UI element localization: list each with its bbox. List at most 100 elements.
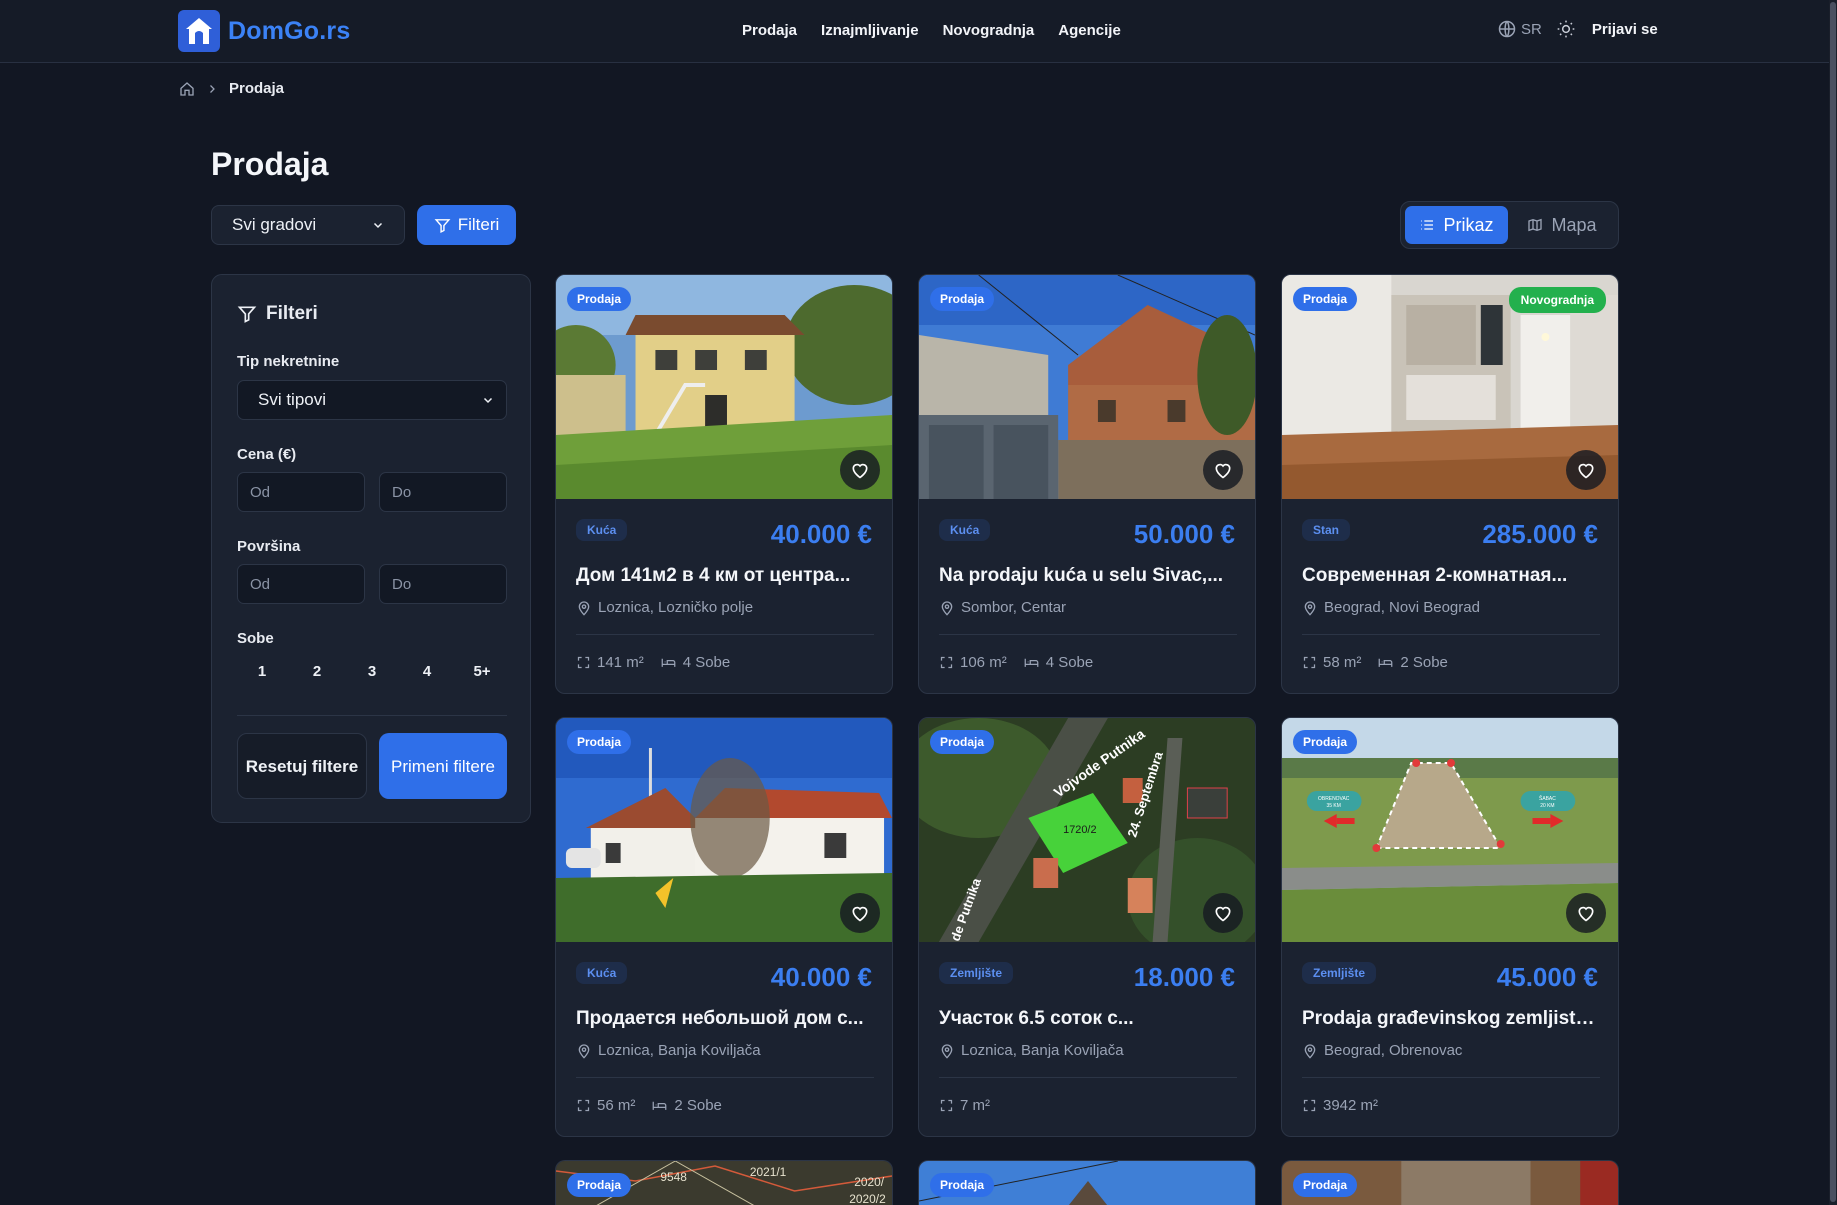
filters-toggle-button[interactable]: Filteri — [417, 205, 516, 245]
rooms-value: 2 Sobe — [1400, 654, 1448, 671]
filter-sidebar-heading: Filteri — [237, 303, 318, 325]
price-to-input[interactable]: Do — [379, 472, 507, 512]
area-value: 7 m² — [960, 1097, 990, 1114]
listing-location: Beograd, Novi Beograd — [1302, 599, 1480, 616]
room-option-5-plus[interactable]: 5+ — [467, 663, 497, 680]
room-option-1[interactable]: 1 — [247, 663, 277, 680]
bed-icon — [1378, 658, 1393, 667]
language-label: SR — [1521, 20, 1542, 38]
city-select[interactable]: Svi gradovi — [211, 205, 405, 245]
map-pin-icon — [941, 600, 953, 616]
property-type-label: Tip nekretnine — [237, 353, 340, 370]
listing-price: 18.000 € — [1133, 962, 1235, 992]
price-from-input[interactable]: Od — [237, 472, 365, 512]
home-icon[interactable] — [179, 81, 195, 97]
listing-photo[interactable]: Prodaja Novogradnja — [1282, 275, 1618, 499]
divider — [1302, 634, 1600, 635]
listing-photo[interactable]: OBRENOVAC 35 KM ŠABAC 20 KM Prodaja — [1282, 718, 1618, 942]
listing-card[interactable]: Prodaja — [918, 1160, 1256, 1205]
area-from-input[interactable]: Od — [237, 564, 365, 604]
city-select-value: Svi gradovi — [232, 215, 317, 234]
listing-title[interactable]: Prodaja građevinskog zemljista... — [1302, 1008, 1600, 1030]
favorite-button[interactable] — [1203, 893, 1243, 933]
listing-title[interactable]: Участок 6.5 соток с... — [939, 1008, 1237, 1030]
heart-icon — [1578, 463, 1594, 479]
apply-filters-button[interactable]: Primeni filtere — [379, 733, 507, 799]
room-option-4[interactable]: 4 — [412, 663, 442, 680]
sale-badge: Prodaja — [567, 287, 632, 311]
favorite-button[interactable] — [840, 450, 880, 490]
login-link[interactable]: Prijavi se — [1592, 21, 1658, 38]
sale-badge: Prodaja — [567, 1173, 632, 1197]
listing-photo[interactable]: Prodaja — [1282, 1161, 1618, 1205]
nav-iznajmljivanje[interactable]: Iznajmljivanje — [821, 22, 919, 39]
chevron-right-icon — [210, 84, 215, 93]
listing-title[interactable]: Na prodaju kuća u selu Sivac,... — [939, 565, 1237, 587]
listing-price: 45.000 € — [1496, 962, 1598, 992]
favorite-button[interactable] — [1566, 893, 1606, 933]
area-spec: 56 m² — [576, 1097, 635, 1114]
listing-specs: 141 m² 4 Sobe — [576, 654, 730, 671]
breadcrumb-current: Prodaja — [229, 80, 285, 97]
listing-title[interactable]: Продается небольшой дом с... — [576, 1008, 874, 1030]
theme-toggle[interactable] — [1556, 19, 1576, 39]
list-view-button[interactable]: Prikaz — [1405, 206, 1508, 244]
listing-specs: 106 m² 4 Sobe — [939, 654, 1093, 671]
listing-card[interactable]: OBRENOVAC 35 KM ŠABAC 20 KM Prodaja Zeml… — [1281, 717, 1619, 1137]
sale-badge: Prodaja — [1293, 287, 1358, 311]
listing-card[interactable]: 1720/2 Vojvode Putnika 24. Septembra de … — [918, 717, 1256, 1137]
favorite-button[interactable] — [1203, 450, 1243, 490]
map-view-button[interactable]: Mapa — [1514, 206, 1610, 244]
listing-card[interactable]: Prodaja — [1281, 1160, 1619, 1205]
listing-photo[interactable]: Prodaja — [556, 718, 892, 942]
favorite-button[interactable] — [840, 893, 880, 933]
chevron-down-icon — [373, 222, 383, 229]
property-type-select[interactable]: Svi tipovi — [237, 380, 507, 420]
globe-icon — [1498, 20, 1516, 38]
listing-specs: 3942 m² — [1302, 1097, 1378, 1114]
filter-icon — [237, 306, 257, 323]
map-view-label: Mapa — [1551, 214, 1597, 235]
heart-icon — [1215, 463, 1231, 479]
area-to-input[interactable]: Do — [379, 564, 507, 604]
reset-filters-button[interactable]: Resetuj filtere — [237, 733, 367, 799]
nav-novogradnja[interactable]: Novogradnja — [943, 22, 1035, 39]
listing-card[interactable]: Prodaja Kuća 40.000 € Продается небольшо… — [555, 717, 893, 1137]
listing-card[interactable]: 9548 2021/1 2020/ 2020/2 Prodaja — [555, 1160, 893, 1205]
area-spec: 106 m² — [939, 654, 1007, 671]
area-value: 3942 m² — [1323, 1097, 1379, 1114]
listing-title[interactable]: Современная 2-комнатная... — [1302, 565, 1600, 587]
room-option-3[interactable]: 3 — [357, 663, 387, 680]
listing-photo[interactable]: 1720/2 Vojvode Putnika 24. Septembra de … — [919, 718, 1255, 942]
favorite-button[interactable] — [1566, 450, 1606, 490]
heart-icon — [852, 906, 868, 922]
divider — [939, 634, 1237, 635]
language-switcher[interactable]: SR — [1497, 19, 1542, 39]
location-text: Sombor, Centar — [961, 599, 1067, 616]
listing-photo[interactable]: Prodaja — [919, 1161, 1255, 1205]
site-logo[interactable]: DomGo.rs — [178, 10, 350, 52]
area-value: 56 m² — [597, 1097, 636, 1114]
scrollbar-thumb[interactable] — [1830, 2, 1836, 1202]
rooms-options: 1 2 3 4 5+ — [237, 663, 507, 680]
listing-card[interactable]: Prodaja Kuća 40.000 € Дом 141м2 в 4 км о… — [555, 274, 893, 694]
nav-prodaja[interactable]: Prodaja — [742, 22, 797, 39]
listing-photo[interactable]: Prodaja — [556, 275, 892, 499]
listing-card[interactable]: Prodaja Novogradnja Stan 285.000 € Совре… — [1281, 274, 1619, 694]
page-title: Prodaja — [211, 146, 329, 182]
nav-agencije[interactable]: Agencije — [1058, 22, 1121, 39]
parcel-number-text: 1720/2 — [1063, 824, 1096, 836]
listing-card[interactable]: Prodaja Kuća 50.000 € Na prodaju kuća u … — [918, 274, 1256, 694]
listing-photo[interactable]: Prodaja — [919, 275, 1255, 499]
listing-photo[interactable]: 9548 2021/1 2020/ 2020/2 Prodaja — [556, 1161, 892, 1205]
heart-icon — [1578, 906, 1594, 922]
list-icon — [1421, 220, 1434, 230]
map-pin-icon — [1304, 1043, 1316, 1059]
map-text: 9548 — [660, 1170, 687, 1184]
map-text: 2020/2 — [849, 1192, 886, 1205]
listing-title[interactable]: Дом 141м2 в 4 км от центра... — [576, 565, 874, 587]
map-icon — [1528, 218, 1543, 232]
heart-icon — [852, 463, 868, 479]
room-option-2[interactable]: 2 — [302, 663, 332, 680]
sale-badge: Prodaja — [930, 730, 995, 754]
